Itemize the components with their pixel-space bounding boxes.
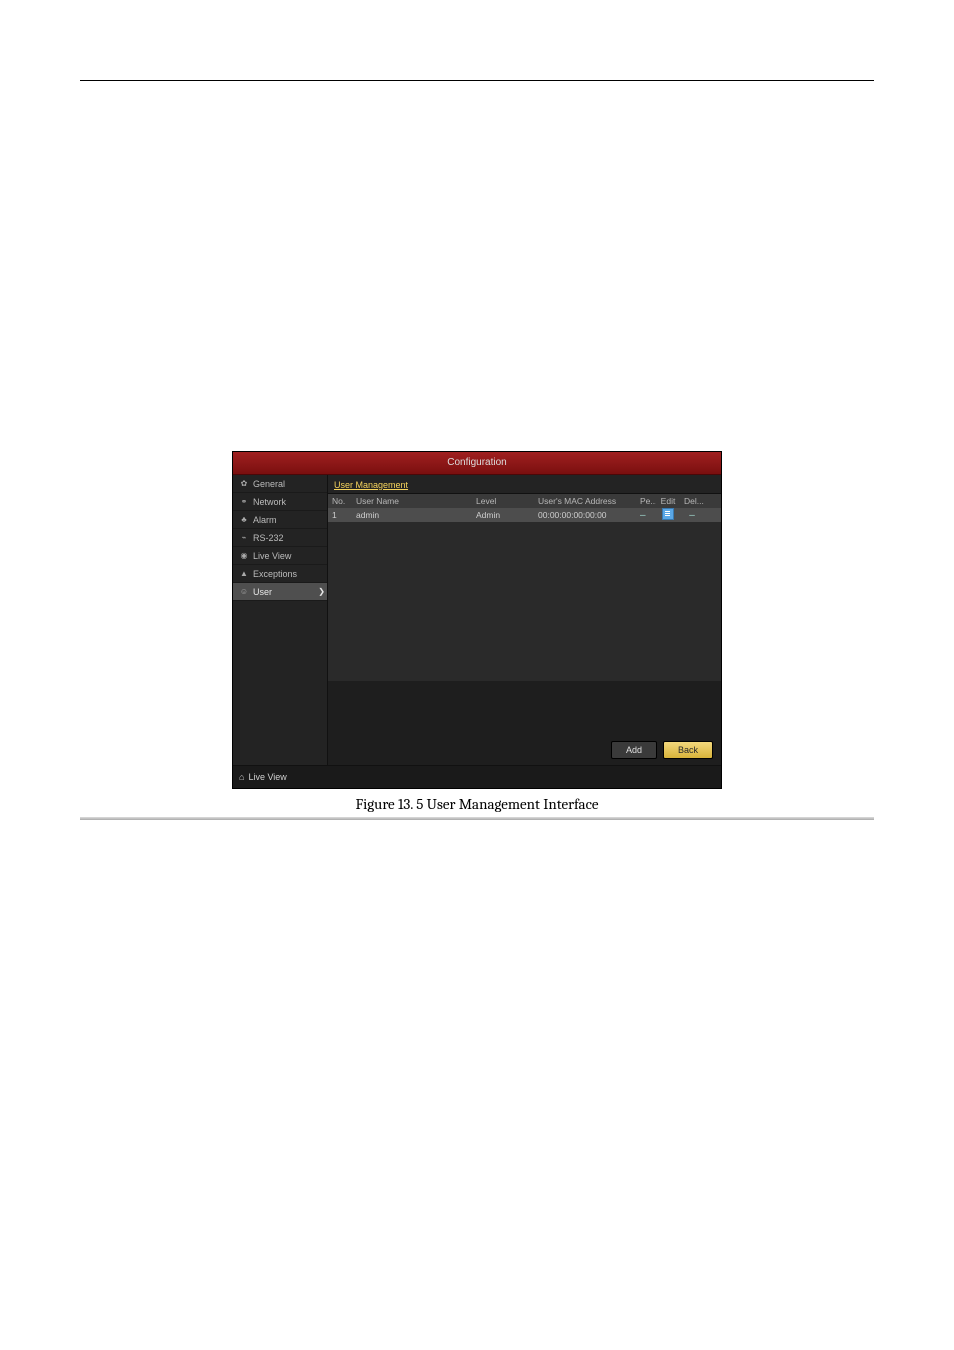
cell-name: admin [352,510,472,520]
alarm-icon: ♣ [239,515,249,525]
cell-pe: – [636,510,656,521]
eye-icon: ◉ [239,551,249,561]
serial-icon: ⌁ [239,533,249,543]
tabbar: User Management [328,475,721,494]
window-body: ✿ General ⚭ Network ♣ Alarm ⌁ RS-232 ◉ [233,475,721,765]
home-icon: ⌂ [239,772,244,782]
cell-del: – [680,510,704,521]
footer-area: Add Back [328,681,721,765]
back-button[interactable]: Back [663,741,713,759]
sidebar-item-rs232[interactable]: ⌁ RS-232 [233,529,327,547]
sidebar-item-label: General [253,479,285,489]
sidebar-item-label: Live View [253,551,291,561]
sidebar-item-liveview[interactable]: ◉ Live View [233,547,327,565]
cell-no: 1 [328,510,352,520]
window-title: Configuration [447,457,506,468]
table-header-row: No. User Name Level User's MAC Address P… [328,494,721,508]
col-header-del[interactable]: Del... [680,496,704,506]
col-header-name[interactable]: User Name [352,496,472,506]
table-empty-area [328,522,721,681]
config-window: Configuration ✿ General ⚭ Network ♣ Alar… [232,451,722,789]
col-header-level[interactable]: Level [472,496,534,506]
cell-edit[interactable] [656,508,680,522]
sidebar: ✿ General ⚭ Network ♣ Alarm ⌁ RS-232 ◉ [233,475,328,765]
gear-icon: ✿ [239,479,249,489]
col-header-pe[interactable]: Pe... [636,496,656,506]
table-row[interactable]: 1 admin Admin 00:00:00:00:00:00 – – [328,508,721,522]
sidebar-item-label: User [253,587,272,597]
cell-level: Admin [472,510,534,520]
footer-buttons: Add Back [611,741,713,759]
sidebar-item-label: RS-232 [253,533,284,543]
sidebar-item-general[interactable]: ✿ General [233,475,327,493]
sidebar-item-alarm[interactable]: ♣ Alarm [233,511,327,529]
col-header-mac[interactable]: User's MAC Address [534,496,636,506]
cell-mac: 00:00:00:00:00:00 [534,510,636,520]
col-header-no[interactable]: No. [328,496,352,506]
warning-icon: ▲ [239,569,249,579]
network-icon: ⚭ [239,497,249,507]
user-table: No. User Name Level User's MAC Address P… [328,494,721,681]
add-button[interactable]: Add [611,741,657,759]
main-panel: User Management No. User Name Level User… [328,475,721,765]
bottom-bar: ⌂ Live View [233,765,721,788]
user-icon: ☺ [239,587,249,597]
sidebar-item-label: Alarm [253,515,277,525]
tab-user-management[interactable]: User Management [334,480,408,493]
live-view-label: Live View [248,772,286,782]
chevron-right-icon: ❯ [318,587,325,596]
sidebar-item-network[interactable]: ⚭ Network [233,493,327,511]
window-titlebar: Configuration [233,452,721,475]
sidebar-item-label: Exceptions [253,569,297,579]
col-header-edit[interactable]: Edit [656,496,680,506]
edit-icon [662,508,674,520]
live-view-link[interactable]: ⌂ Live View [239,772,287,782]
figure-caption: Figure 13. 5 User Management Interface [232,795,722,813]
sidebar-item-exceptions[interactable]: ▲ Exceptions [233,565,327,583]
sidebar-item-label: Network [253,497,286,507]
sidebar-item-user[interactable]: ☺ User ❯ [233,583,327,601]
